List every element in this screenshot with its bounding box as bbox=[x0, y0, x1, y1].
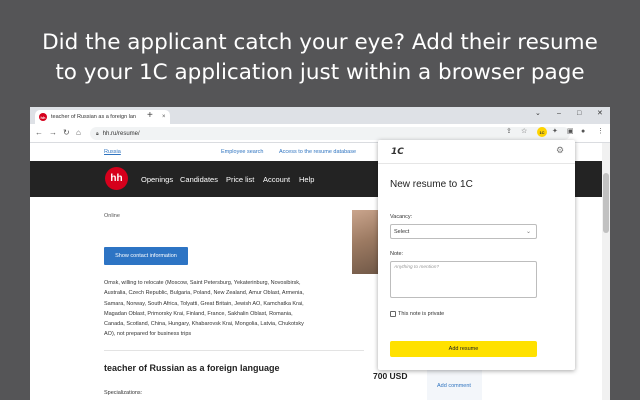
side-panel-icon[interactable]: ▣ bbox=[567, 127, 574, 137]
relocation-line: Samara, Norway, South Africa, Tolyatti, … bbox=[104, 300, 304, 307]
maximize-button[interactable]: □ bbox=[577, 109, 581, 119]
home-button[interactable]: ⌂ bbox=[76, 128, 81, 138]
back-button[interactable]: ← bbox=[35, 128, 43, 138]
salary: 700 USD bbox=[373, 371, 408, 381]
section-divider bbox=[104, 350, 364, 351]
chevron-down-icon: ⌄ bbox=[525, 229, 531, 235]
popup-divider bbox=[378, 163, 575, 164]
url-text: hh.ru/resume/ bbox=[102, 130, 140, 137]
tab-search-chevron-icon[interactable]: ⌄ bbox=[535, 109, 541, 119]
tab-strip: hh teacher of Russian as a foreign lan ×… bbox=[30, 107, 610, 124]
note-label: Note: bbox=[390, 251, 404, 257]
headline-line-2: to your 1C application just within a bro… bbox=[55, 60, 585, 85]
relocation-line: AO), not prepared for business trips bbox=[104, 331, 192, 338]
specializations-label: Specializations: bbox=[104, 390, 143, 396]
nav-openings[interactable]: Openings bbox=[141, 175, 173, 184]
address-bar[interactable]: 🔒︎ hh.ru/resume/ bbox=[90, 127, 570, 140]
forward-button[interactable]: → bbox=[49, 128, 57, 138]
headline: Did the applicant catch your eye? Add th… bbox=[0, 28, 640, 88]
relocation-line: Magadan Oblast, Primorsky Krai, Finland,… bbox=[104, 310, 293, 317]
share-icon[interactable]: ⇪ bbox=[506, 127, 512, 137]
private-checkbox-label[interactable]: This note is private bbox=[398, 311, 444, 317]
minimize-button[interactable]: – bbox=[557, 109, 561, 119]
tab-close-icon[interactable]: × bbox=[162, 114, 166, 120]
vacancy-label: Vacancy: bbox=[390, 214, 413, 220]
note-placeholder: Anything to mention? bbox=[394, 265, 440, 270]
add-resume-button[interactable]: Add resume bbox=[390, 341, 537, 357]
menu-kebab-icon[interactable]: ⋮ bbox=[597, 127, 604, 137]
headline-line-1: Did the applicant catch your eye? Add th… bbox=[42, 30, 598, 55]
1c-extension-icon[interactable]: 1C bbox=[537, 127, 547, 137]
lock-icon[interactable]: 🔒︎ bbox=[96, 131, 99, 137]
private-checkbox[interactable] bbox=[390, 311, 396, 317]
nav-help[interactable]: Help bbox=[299, 175, 314, 184]
online-status: Online bbox=[104, 213, 120, 219]
nav-account[interactable]: Account bbox=[263, 175, 290, 184]
hh-favicon-icon: hh bbox=[39, 113, 47, 121]
tab-title: teacher of Russian as a foreign lan bbox=[51, 114, 136, 120]
relocation-text: Omsk, willing to relocate (Moscow, Saint… bbox=[104, 278, 364, 340]
employee-search-link[interactable]: Employee search bbox=[221, 149, 264, 155]
region-link[interactable]: Russia bbox=[104, 149, 121, 155]
extension-popup: 1С ⚙ New resume to 1C Vacancy: Select ⌄ … bbox=[378, 140, 575, 370]
relocation-line: Omsk, willing to relocate (Moscow, Saint… bbox=[104, 280, 301, 286]
bookmark-star-icon[interactable]: ☆ bbox=[521, 127, 527, 137]
vacancy-select[interactable]: Select ⌄ bbox=[390, 224, 537, 239]
gear-icon[interactable]: ⚙ bbox=[556, 145, 564, 156]
vacancy-select-value: Select bbox=[394, 228, 410, 235]
scrollbar-thumb[interactable] bbox=[603, 173, 609, 233]
extensions-puzzle-icon[interactable]: ✦ bbox=[552, 127, 558, 137]
add-comment-link[interactable]: Add comment bbox=[437, 383, 471, 389]
1c-logo: 1С bbox=[391, 147, 404, 157]
note-textarea[interactable]: Anything to mention? bbox=[390, 261, 537, 298]
reload-button[interactable]: ↻ bbox=[63, 128, 70, 138]
browser-window: hh teacher of Russian as a foreign lan ×… bbox=[30, 107, 610, 400]
show-contact-button[interactable]: Show contact information bbox=[104, 247, 188, 265]
nav-price-list[interactable]: Price list bbox=[226, 175, 254, 184]
page-scrollbar[interactable] bbox=[602, 143, 610, 400]
new-tab-button[interactable]: + bbox=[147, 111, 153, 121]
relocation-line: Canada, Scotland, China, Hungary, Khabar… bbox=[104, 321, 304, 328]
resume-position-title: teacher of Russian as a foreign language bbox=[104, 363, 280, 373]
close-window-button[interactable]: ✕ bbox=[597, 109, 603, 119]
profile-icon[interactable]: ● bbox=[581, 127, 585, 137]
nav-candidates[interactable]: Candidates bbox=[180, 175, 218, 184]
popup-title: New resume to 1C bbox=[390, 179, 473, 190]
hh-logo[interactable]: hh bbox=[105, 167, 128, 190]
relocation-line: Australia, Czech Republic, Bulgaria, Pol… bbox=[104, 290, 304, 297]
resume-database-link[interactable]: Access to the resume database bbox=[279, 149, 356, 155]
